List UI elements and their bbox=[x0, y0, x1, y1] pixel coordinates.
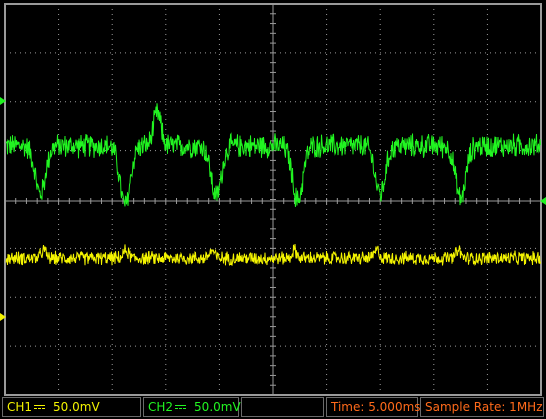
sample-rate-readout[interactable]: Sample Rate: 1MHz bbox=[420, 397, 544, 417]
oscilloscope-display: CH1 50.0mV CH2 50.0mV Time: 5.000ms Sample… bbox=[0, 0, 546, 419]
ch2-scale: 50.0mV bbox=[194, 400, 241, 414]
ch1-scale: 50.0mV bbox=[53, 400, 100, 414]
ch2-label: CH2 bbox=[148, 400, 174, 414]
dc-coupling-icon bbox=[175, 403, 187, 412]
waveform-screen bbox=[0, 3, 546, 396]
dc-coupling-icon bbox=[34, 403, 46, 412]
ch1-label: CH1 bbox=[7, 400, 33, 414]
status-bar: CH1 50.0mV CH2 50.0mV Time: 5.000ms Sample… bbox=[0, 397, 546, 419]
ch2-status[interactable]: CH2 50.0mV bbox=[143, 397, 241, 417]
status-spacer bbox=[241, 397, 324, 417]
timebase-readout[interactable]: Time: 5.000ms bbox=[326, 397, 421, 417]
ch1-status[interactable]: CH1 50.0mV bbox=[2, 397, 141, 417]
